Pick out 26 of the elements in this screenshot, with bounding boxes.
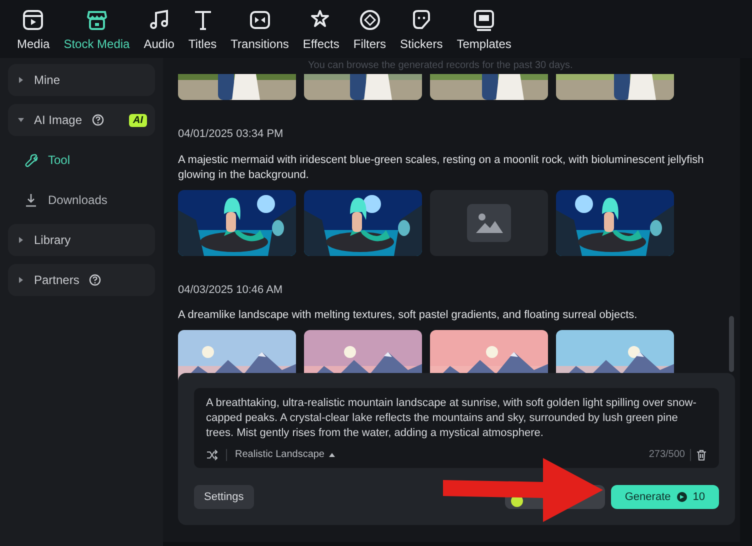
sidebar-group[interactable]: Library — [8, 224, 155, 256]
sidebar-group[interactable]: Mine — [8, 64, 155, 96]
timestamp-text: 04/03/2025 10:46 AM — [178, 282, 284, 298]
settings-button[interactable]: Settings — [194, 485, 254, 509]
prompt-text: A dreamlike landscape with melting textures, soft pastel gradients, and floating surreal objects. — [178, 308, 638, 323]
toolbar-tab[interactable]: Stickers — [395, 8, 448, 53]
notice-text: You can browse the generated records for the past 30 days. — [307, 59, 574, 73]
toolbar-tab[interactable]: Transitions — [226, 8, 294, 53]
toolbar-tab[interactable]: Titles — [183, 8, 222, 53]
prompt-text: A majestic mermaid with iridescent blue-green scales, resting on a moonlit rock, with bioluminescent jellyfish glowing in the background. — [178, 152, 705, 182]
toolbar-tab[interactable]: Templates — [452, 8, 516, 53]
ai-badge: AI — [129, 114, 147, 126]
toolbar-tab[interactable]: Effects — [298, 8, 344, 53]
sidebar-group[interactable]: Partners — [8, 264, 155, 296]
timestamp-text: 04/01/2025 03:34 PM — [178, 127, 284, 142]
toolbar-tab[interactable]: Filters — [348, 8, 392, 53]
character-counter: 273/500 — [648, 448, 685, 462]
sidebar-item[interactable]: Tool — [8, 144, 155, 176]
sidebar-item[interactable]: Downloads — [8, 184, 155, 216]
prompt-input-text: A breathtaking, ultra-realistic mountain landscape at sunrise, with soft golden light spilling over snow-capped peaks. A crystal-clear lake reflects the mountains and sky, surrounded by lush green pine trees. Mist gently rises from the water, adding a mystical atmosphere. — [206, 396, 698, 441]
generate-button[interactable]: Generate 10 — [610, 485, 719, 509]
toolbar-tab[interactable]: Media — [12, 8, 55, 53]
toolbar-tab[interactable]: Audio — [138, 8, 180, 53]
toolbar-tab[interactable]: Stock Media — [58, 8, 135, 53]
sidebar-group[interactable]: AI Image AI — [8, 104, 155, 136]
style-dropdown[interactable]: Realistic Landscape — [235, 447, 334, 462]
